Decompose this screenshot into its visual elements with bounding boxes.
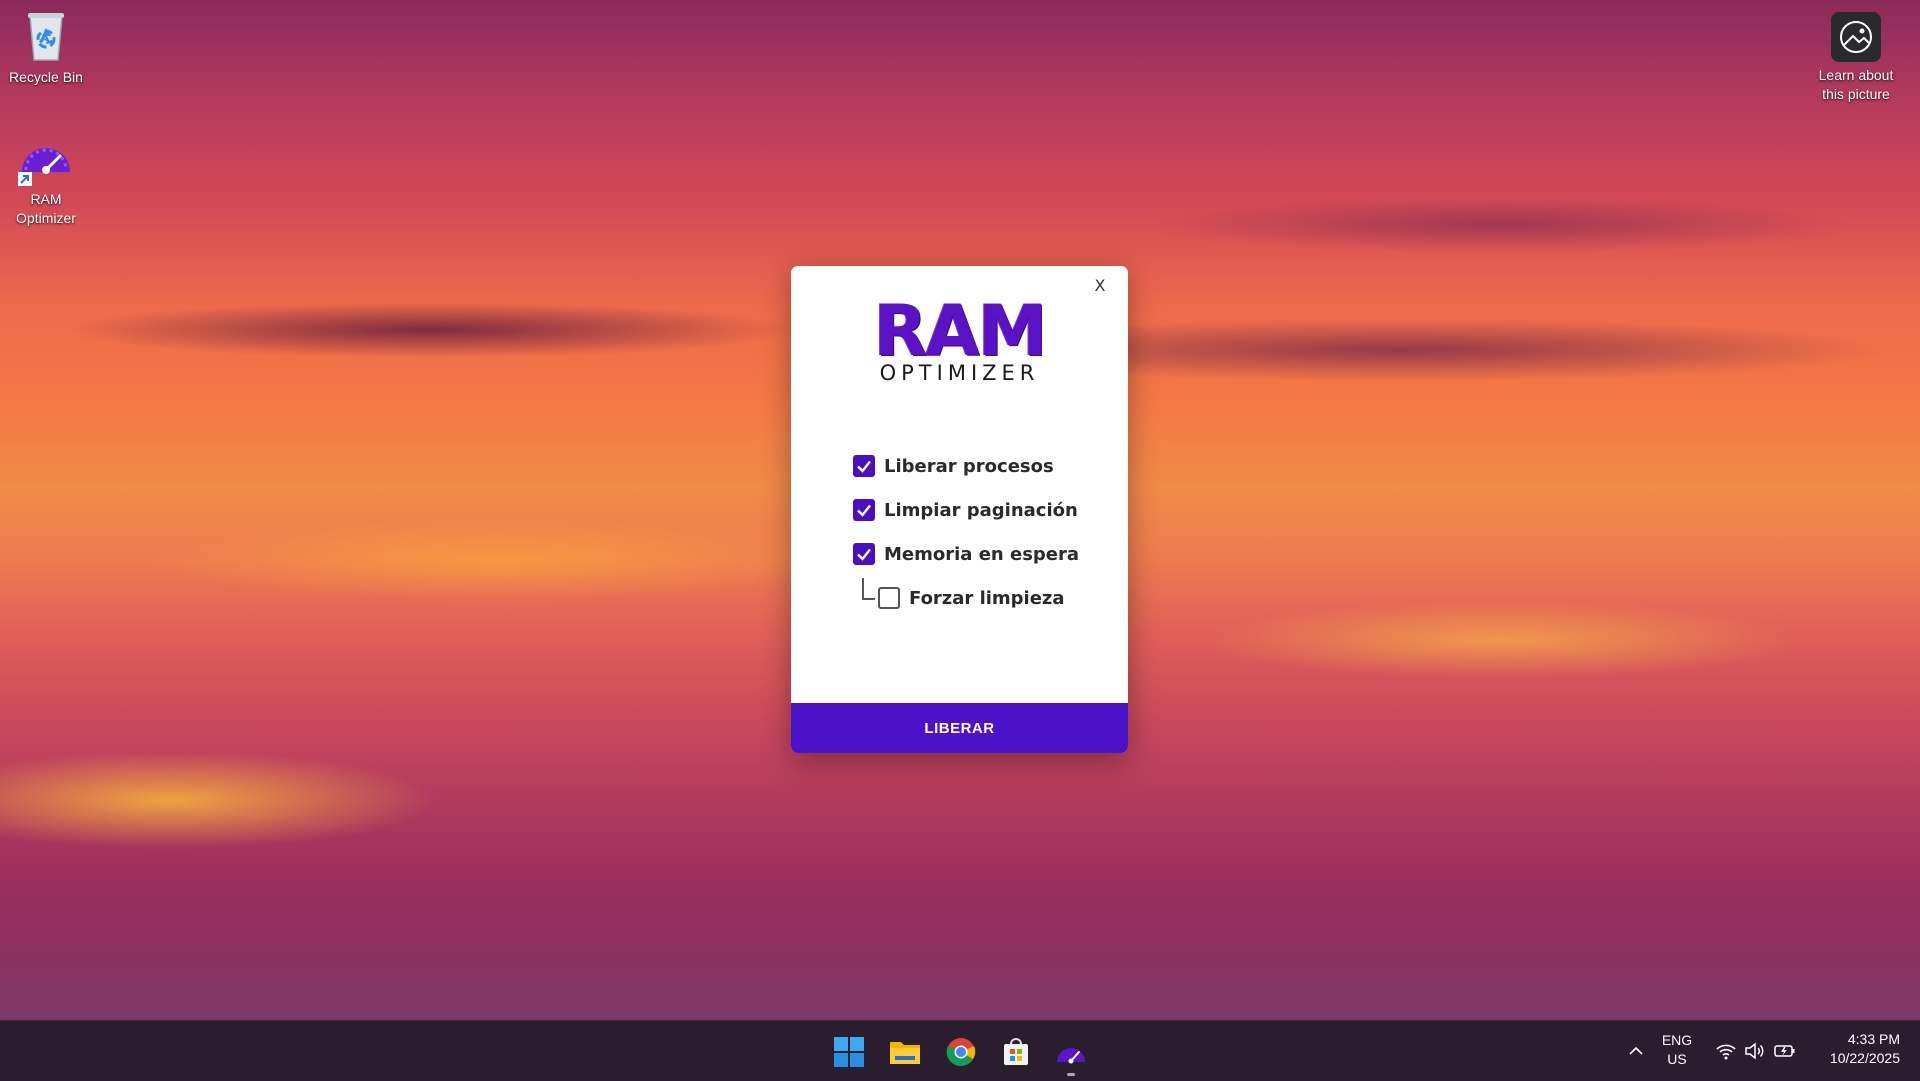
tree-connector: [862, 578, 875, 600]
liberar-button[interactable]: LIBERAR: [791, 703, 1128, 753]
options-list: Liberar procesos Limpiar paginación Memo…: [853, 452, 1079, 628]
ram-optimizer-gauge-icon: [18, 130, 74, 186]
recycle-bin-shortcut[interactable]: Recycle Bin: [1, 8, 91, 87]
clock[interactable]: 4:33 PM 10/22/2025: [1810, 1030, 1900, 1068]
language-region: US: [1667, 1051, 1687, 1067]
option-label: Memoria en espera: [884, 543, 1080, 565]
option-label: Limpiar paginación: [884, 499, 1078, 521]
spotlight-label: Learn about this picture: [1818, 67, 1894, 102]
option-limpiar-paginacion[interactable]: Limpiar paginación: [853, 496, 1079, 524]
chrome-icon[interactable]: [941, 1032, 981, 1072]
checkbox-unchecked-icon[interactable]: [878, 587, 900, 609]
ram-optimizer-dialog: X RAM OPTIMIZER Liberar procesos Limpiar…: [791, 266, 1128, 753]
language-code: ENG: [1661, 1032, 1693, 1048]
ram-optimizer-label: RAM Optimizer: [16, 191, 76, 226]
clock-date: 10/22/2025: [1829, 1050, 1900, 1066]
recycle-bin-icon: [18, 8, 74, 64]
spotlight-shortcut[interactable]: Learn about this picture: [1806, 12, 1906, 104]
language-indicator[interactable]: ENG US: [1657, 1031, 1697, 1069]
checkbox-checked-icon[interactable]: [853, 455, 875, 477]
battery-icon[interactable]: [1773, 1041, 1797, 1064]
option-liberar-procesos[interactable]: Liberar procesos: [853, 452, 1079, 480]
system-tray: ENG US 4:33 PM 10/22/2025: [1620, 1021, 1920, 1081]
recycle-bin-label: Recycle Bin: [9, 69, 83, 85]
spotlight-camera-icon: [1831, 12, 1881, 62]
ram-optimizer-icon[interactable]: [1051, 1032, 1091, 1076]
wifi-icon[interactable]: [1715, 1041, 1737, 1064]
ram-optimizer-shortcut[interactable]: RAM Optimizer: [1, 130, 91, 228]
running-indicator: [1067, 1073, 1075, 1076]
checkbox-checked-icon[interactable]: [853, 543, 875, 565]
taskbar: ENG US 4:33 PM 10/22/2025: [0, 1020, 1920, 1081]
file-explorer-icon[interactable]: [885, 1032, 925, 1072]
app-logo: RAM OPTIMIZER: [791, 290, 1128, 385]
close-button[interactable]: X: [1090, 274, 1110, 298]
checkbox-checked-icon[interactable]: [853, 499, 875, 521]
volume-icon[interactable]: [1744, 1041, 1766, 1064]
microsoft-store-icon[interactable]: [996, 1032, 1036, 1072]
windows-start-icon[interactable]: [829, 1032, 869, 1072]
option-memoria-en-espera[interactable]: Memoria en espera: [853, 540, 1079, 568]
option-label: Forzar limpieza: [909, 587, 1065, 609]
option-label: Liberar procesos: [884, 455, 1054, 477]
logo-main-text: RAM: [873, 290, 1048, 372]
desktop: Recycle Bin RAM Optimizer Learn about th…: [0, 0, 1920, 1020]
clock-time: 4:33 PM: [1847, 1031, 1900, 1047]
chevron-up-icon[interactable]: [1625, 1041, 1647, 1061]
logo-sub-text: OPTIMIZER: [879, 361, 1040, 385]
option-forzar-limpieza[interactable]: Forzar limpieza: [862, 578, 1079, 612]
